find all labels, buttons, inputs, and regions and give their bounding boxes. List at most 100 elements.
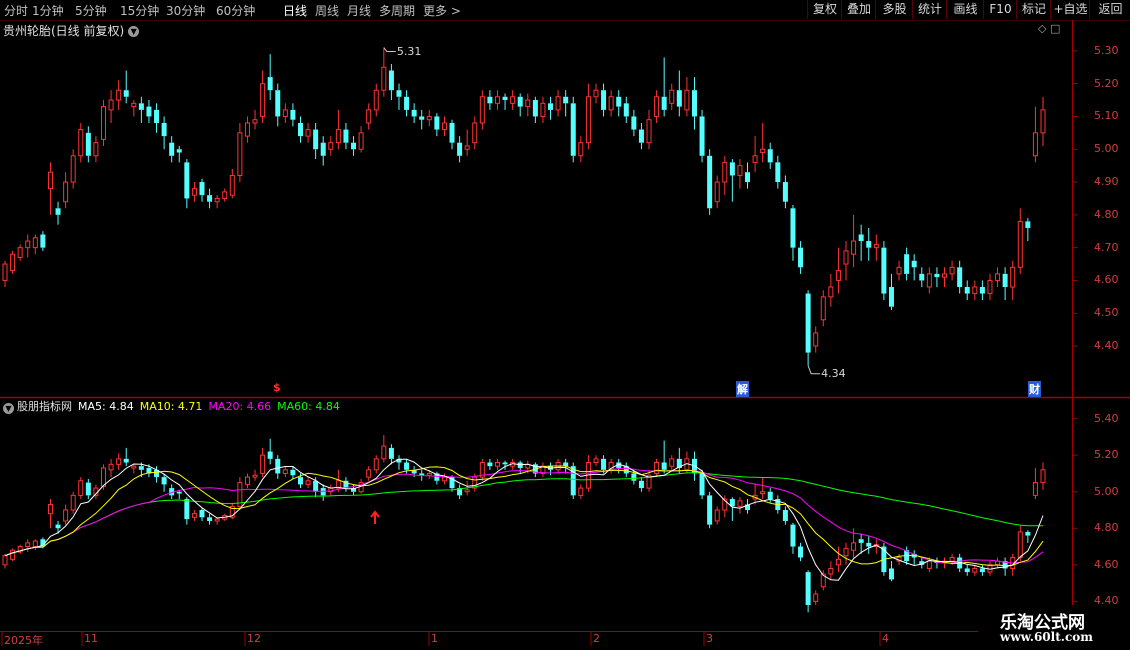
candle[interactable] bbox=[396, 83, 402, 110]
candle[interactable] bbox=[297, 116, 303, 143]
candle[interactable] bbox=[623, 96, 629, 123]
candle[interactable] bbox=[502, 93, 508, 110]
candle[interactable] bbox=[494, 90, 500, 110]
candle[interactable] bbox=[267, 54, 273, 101]
candle[interactable] bbox=[737, 497, 743, 514]
candle[interactable] bbox=[176, 145, 182, 163]
toolbar-button[interactable]: 统计 bbox=[912, 0, 947, 19]
candle[interactable] bbox=[351, 136, 357, 156]
candle[interactable] bbox=[123, 70, 129, 104]
candle[interactable] bbox=[548, 96, 554, 120]
candle[interactable] bbox=[714, 175, 720, 209]
candle[interactable] bbox=[911, 550, 917, 565]
candle[interactable] bbox=[570, 462, 576, 500]
event-marker-unlock[interactable]: 解 bbox=[736, 381, 749, 397]
candle[interactable] bbox=[199, 178, 205, 202]
candle[interactable] bbox=[722, 155, 728, 196]
candle[interactable] bbox=[1032, 106, 1038, 163]
candle[interactable] bbox=[942, 267, 948, 287]
event-marker-dividend[interactable]: $ bbox=[273, 381, 281, 394]
candle[interactable] bbox=[457, 484, 463, 500]
candle[interactable] bbox=[601, 83, 607, 117]
candle[interactable] bbox=[926, 267, 932, 294]
candle[interactable] bbox=[979, 280, 985, 301]
indicator-title[interactable]: ▼ 股朋指标网 MA5: 4.84 MA10: 4.71 MA20: 4.66 MA60:… bbox=[3, 398, 340, 414]
candlestick-chart[interactable] bbox=[0, 0, 1130, 650]
candle[interactable] bbox=[373, 455, 379, 474]
candle[interactable] bbox=[585, 83, 591, 150]
toolbar-button[interactable]: +自选 bbox=[1050, 0, 1090, 19]
candle[interactable] bbox=[525, 93, 531, 117]
candle[interactable] bbox=[25, 234, 31, 258]
candle[interactable] bbox=[1017, 208, 1023, 274]
candle[interactable] bbox=[131, 100, 137, 117]
toolbar-button[interactable]: F10 bbox=[983, 0, 1017, 19]
candle[interactable] bbox=[373, 83, 379, 117]
candle[interactable] bbox=[540, 462, 546, 478]
candle[interactable] bbox=[805, 570, 811, 613]
candle[interactable] bbox=[100, 100, 106, 146]
candle[interactable] bbox=[282, 466, 288, 478]
candle[interactable] bbox=[70, 149, 76, 189]
candle[interactable] bbox=[449, 119, 455, 150]
toolbar-button[interactable]: 复权 bbox=[807, 0, 842, 19]
candle[interactable] bbox=[388, 63, 394, 101]
candle[interactable] bbox=[578, 484, 584, 500]
candle[interactable] bbox=[17, 244, 23, 261]
candle[interactable] bbox=[10, 250, 16, 274]
candle[interactable] bbox=[108, 458, 114, 478]
candle[interactable] bbox=[661, 57, 667, 117]
candle[interactable] bbox=[313, 123, 319, 160]
toolbar-button[interactable]: 标记 bbox=[1016, 0, 1051, 19]
candle[interactable] bbox=[487, 458, 493, 470]
candle[interactable] bbox=[328, 136, 334, 156]
candle[interactable] bbox=[320, 136, 326, 166]
chevron-down-icon[interactable]: ▼ bbox=[3, 403, 14, 414]
candle[interactable] bbox=[85, 478, 91, 500]
candle[interactable] bbox=[199, 508, 205, 521]
candle[interactable] bbox=[995, 557, 1001, 569]
candle[interactable] bbox=[828, 561, 834, 580]
candle[interactable] bbox=[343, 477, 349, 492]
candle[interactable] bbox=[252, 109, 258, 130]
candle[interactable] bbox=[904, 247, 910, 281]
candle[interactable] bbox=[63, 504, 69, 525]
candle[interactable] bbox=[593, 455, 599, 467]
candle[interactable] bbox=[335, 109, 341, 150]
period-tab[interactable]: 周线 bbox=[315, 2, 339, 19]
candle[interactable] bbox=[275, 455, 281, 479]
candle[interactable] bbox=[540, 96, 546, 123]
candle[interactable] bbox=[752, 136, 758, 173]
candle[interactable] bbox=[995, 267, 1001, 287]
candle[interactable] bbox=[487, 90, 493, 110]
candle[interactable] bbox=[154, 103, 160, 133]
candle[interactable] bbox=[835, 247, 841, 294]
candle[interactable] bbox=[616, 90, 622, 117]
candle[interactable] bbox=[964, 280, 970, 301]
candle[interactable] bbox=[608, 90, 614, 117]
candle[interactable] bbox=[244, 473, 250, 489]
period-tab[interactable]: 30分钟 bbox=[166, 2, 205, 19]
period-tab[interactable]: 分时 bbox=[4, 2, 28, 19]
candle[interactable] bbox=[979, 564, 985, 576]
candle[interactable] bbox=[191, 182, 197, 202]
candle[interactable] bbox=[78, 477, 84, 500]
candle[interactable] bbox=[510, 90, 516, 110]
candle[interactable] bbox=[691, 77, 697, 130]
candle[interactable] bbox=[434, 113, 440, 137]
candle[interactable] bbox=[646, 109, 652, 150]
candle[interactable] bbox=[661, 440, 667, 474]
candle[interactable] bbox=[161, 473, 167, 492]
candle[interactable] bbox=[381, 435, 387, 463]
candle[interactable] bbox=[843, 241, 849, 281]
candle[interactable] bbox=[1002, 267, 1008, 301]
candle[interactable] bbox=[714, 506, 720, 525]
candle[interactable] bbox=[93, 136, 99, 163]
toolbar-button[interactable]: 返回 bbox=[1089, 0, 1130, 19]
candle[interactable] bbox=[623, 462, 629, 478]
candle[interactable] bbox=[169, 136, 175, 163]
candle[interactable] bbox=[10, 548, 16, 562]
candle[interactable] bbox=[593, 83, 599, 104]
candle[interactable] bbox=[207, 188, 213, 209]
candle[interactable] bbox=[631, 109, 637, 137]
